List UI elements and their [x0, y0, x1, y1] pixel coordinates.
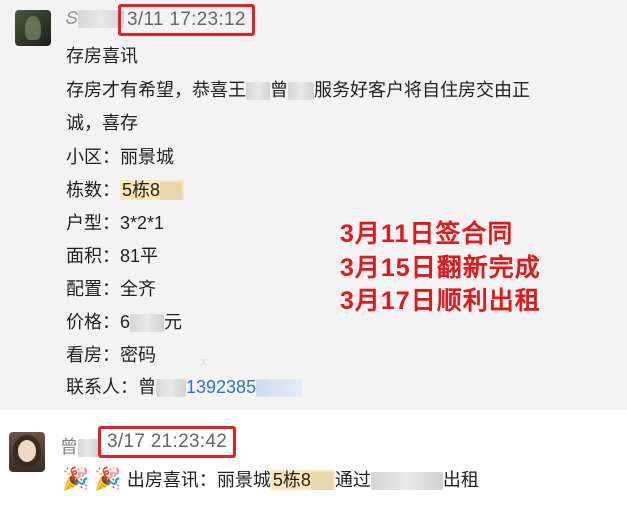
redacted-text	[288, 82, 314, 101]
sender-avatar-1[interactable]	[15, 10, 51, 46]
body-line-1: 存房才有希望，恭喜王曾服务好客户将自住房交由正	[66, 80, 530, 101]
config-row: 配置：全齐	[66, 279, 156, 299]
community-row: 小区：丽景城	[66, 147, 174, 167]
message-time-2: 3/17 21:23:42	[98, 426, 237, 458]
redacted-text	[130, 314, 165, 333]
body-line-2: 诚，喜存	[66, 113, 138, 133]
redacted-name	[78, 438, 98, 457]
sender-name-1: 𝑆	[66, 8, 125, 30]
avatar-face	[18, 440, 36, 462]
annotation-line-1: 3月11日签合同	[340, 220, 514, 248]
area-row: 面积：81平	[66, 246, 159, 266]
layout-row: 户型：3*2*1	[66, 213, 165, 233]
sender-avatar-2[interactable]	[9, 432, 45, 472]
message-time-1: 3/11 17:23:12	[118, 4, 255, 36]
message-2	[0, 410, 627, 519]
building-highlight: 5栋8	[270, 470, 335, 491]
price-row: 价格：6 元	[66, 312, 183, 333]
party-popper-icon: 🎉	[94, 466, 122, 491]
contact-phone-link[interactable]: 1392385	[186, 377, 256, 397]
viewing-row: 看房：密码	[66, 345, 156, 365]
building-value: 5栋8	[120, 180, 185, 201]
post-title: 存房喜讯	[66, 46, 138, 66]
annotation-line-2: 3月15日翻新完成	[340, 254, 541, 282]
faint-mark: ㅈ	[198, 356, 210, 370]
avatar-figure	[25, 16, 41, 40]
annotation-line-3: 3月17日顺利出租	[340, 287, 541, 315]
message-2-text: 🎉 🎉 出房喜讯：丽景城 5栋8 通过 出租	[62, 466, 479, 491]
sender-name-2: 曾	[60, 433, 98, 459]
redacted-text	[370, 472, 443, 491]
redacted-text	[160, 182, 183, 201]
redacted-text	[256, 379, 303, 398]
redacted-text	[246, 82, 270, 101]
redacted-text	[310, 472, 333, 491]
contact-row: 联系人：曾 1392385	[66, 373, 303, 399]
party-popper-icon: 🎉	[62, 466, 90, 491]
redacted-text	[156, 379, 186, 398]
building-row: 栋数： 5栋8	[66, 176, 185, 202]
